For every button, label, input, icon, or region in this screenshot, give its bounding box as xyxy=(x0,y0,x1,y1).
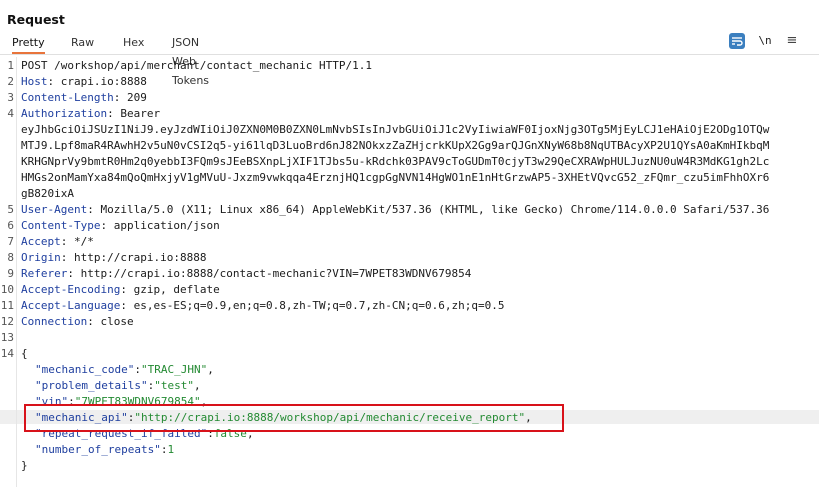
header-origin: Origin: http://crapi.io:8888 xyxy=(21,251,207,264)
bearer-token-line: gB820ixA xyxy=(21,187,74,200)
header-value: crapi.io:8888 xyxy=(60,75,147,88)
header-value: application/json xyxy=(113,219,220,232)
json-field-number-of-repeats: "number_of_repeats":1 xyxy=(35,443,175,456)
bearer-token-line: HMGs2onMamYxa84mQoQmHxjyV1gMVuU-Jxzm9vwk… xyxy=(21,171,770,184)
json-value: 1 xyxy=(167,443,175,456)
line-number: 5 xyxy=(7,203,14,216)
json-key: "problem_details" xyxy=(35,379,148,392)
header-value: Bearer xyxy=(120,107,161,120)
editor-toolbar: \n ≡ xyxy=(729,32,819,52)
line-number: 7 xyxy=(7,235,14,248)
header-value: es,es-ES;q=0.9,en;q=0.8,zh-TW;q=0.7,zh-C… xyxy=(133,299,505,312)
header-content-length: Content-Length: 209 xyxy=(21,91,147,104)
line-number: 12 xyxy=(0,315,14,328)
line-number: 2 xyxy=(7,75,14,88)
json-close-brace: } xyxy=(21,459,28,472)
line-number: 11 xyxy=(0,299,14,312)
bearer-token-line: MTJ9.Lpf8maR4RAwhH2v5uN0vCSI2q5-yi61lqD3… xyxy=(21,139,770,152)
line-number: 14 xyxy=(0,347,14,360)
header-value: */* xyxy=(74,235,94,248)
line-number: 9 xyxy=(7,267,14,280)
header-authorization: Authorization: Bearer xyxy=(21,107,161,120)
highlight-box xyxy=(24,404,564,432)
tab-divider xyxy=(0,54,819,55)
header-name: Connection xyxy=(21,315,88,328)
json-key: "number_of_repeats" xyxy=(35,443,161,456)
header-name: Authorization xyxy=(21,107,108,120)
bearer-token-line: eyJhbGciOiJSUzI1NiJ9.eyJzdWIiOiJ0ZXN0M0B… xyxy=(21,123,770,136)
header-name: Accept xyxy=(21,235,61,248)
bearer-token-line: KRHGNprVy9bmtR0Hm2q0yebbI3FQm9sJEeBSXnpL… xyxy=(21,155,770,168)
header-value: 209 xyxy=(126,91,147,104)
show-newlines-button[interactable]: \n xyxy=(757,33,773,49)
header-connection: Connection: close xyxy=(21,315,134,328)
wrap-lines-icon[interactable] xyxy=(729,33,745,49)
tab-hex[interactable]: Hex xyxy=(123,33,144,52)
json-field-problem-details: "problem_details":"test", xyxy=(35,379,201,392)
json-key: "mechanic_code" xyxy=(35,363,135,376)
header-name: Accept-Language xyxy=(21,299,121,312)
header-accept-language: Accept-Language: es,es-ES;q=0.9,en;q=0.8… xyxy=(21,299,505,312)
line-number: 8 xyxy=(7,251,14,264)
header-accept-encoding: Accept-Encoding: gzip, deflate xyxy=(21,283,220,296)
header-value: close xyxy=(100,315,134,328)
header-host: Host: crapi.io:8888 xyxy=(21,75,147,88)
json-value: "test" xyxy=(154,379,194,392)
header-name: Accept-Encoding xyxy=(21,283,121,296)
header-content-type: Content-Type: application/json xyxy=(21,219,220,232)
json-field-mechanic-code: "mechanic_code":"TRAC_JHN", xyxy=(35,363,214,376)
header-accept: Accept: */* xyxy=(21,235,94,248)
header-value: gzip, deflate xyxy=(133,283,220,296)
line-number: 13 xyxy=(0,331,14,344)
line-number: 4 xyxy=(7,107,14,120)
tab-json-web-tokens[interactable]: JSON Web Tokens xyxy=(172,33,209,87)
tab-raw[interactable]: Raw xyxy=(71,33,94,52)
header-value: http://crapi.io:8888 xyxy=(74,251,207,264)
header-name: Referer xyxy=(21,267,68,280)
line-number: 1 xyxy=(7,59,14,72)
json-value: "TRAC_JHN" xyxy=(140,363,208,376)
header-referer: Referer: http://crapi.io:8888/contact-me… xyxy=(21,267,472,280)
line-number: 10 xyxy=(0,283,14,296)
header-user-agent: User-Agent: Mozilla/5.0 (X11; Linux x86_… xyxy=(21,203,770,216)
panel-title: Request xyxy=(7,12,65,27)
request-line: POST /workshop/api/merchant/contact_mech… xyxy=(21,59,372,72)
gutter-divider xyxy=(16,57,17,487)
header-name: Origin xyxy=(21,251,61,264)
json-open-brace: { xyxy=(21,347,28,360)
header-name: Content-Type xyxy=(21,219,101,232)
line-number: 6 xyxy=(7,219,14,232)
header-name: Host xyxy=(21,75,48,88)
header-value: http://crapi.io:8888/contact-mechanic?VI… xyxy=(80,267,472,280)
menu-icon[interactable]: ≡ xyxy=(784,33,800,49)
header-name: Content-Length xyxy=(21,91,114,104)
tab-pretty[interactable]: Pretty xyxy=(12,33,45,54)
header-value: Mozilla/5.0 (X11; Linux x86_64) AppleWeb… xyxy=(100,203,770,216)
request-editor[interactable]: 1 2 3 4 5 6 7 8 9 10 11 12 13 14 POST /w… xyxy=(0,57,819,487)
header-name: User-Agent xyxy=(21,203,88,216)
line-number: 3 xyxy=(7,91,14,104)
